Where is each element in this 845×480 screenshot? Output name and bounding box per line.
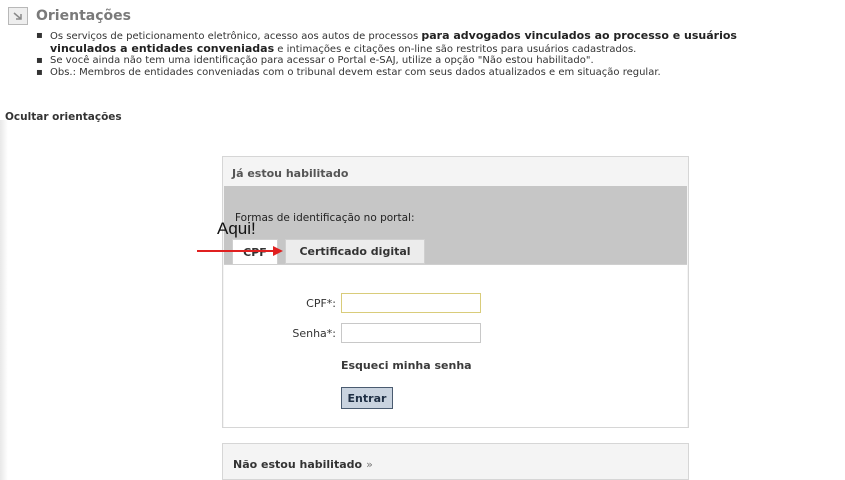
annotation-text: Aqui! bbox=[217, 219, 256, 238]
list-item: Os serviços de peticionamento eletrônico… bbox=[36, 30, 841, 55]
login-form-panel bbox=[224, 264, 687, 427]
item-emphasis: vinculados a entidades conveniadas bbox=[50, 41, 275, 55]
login-box-title: Já estou habilitado bbox=[232, 167, 349, 180]
orientacoes-header[interactable]: Orientações bbox=[8, 4, 131, 28]
scan-edge-shading bbox=[0, 120, 8, 480]
red-arrow-icon bbox=[197, 246, 283, 256]
password-input[interactable] bbox=[341, 323, 481, 343]
forgot-password-link[interactable]: Esqueci minha senha bbox=[341, 359, 472, 372]
orientacoes-title: Orientações bbox=[36, 8, 131, 24]
item-text: Os serviços de peticionamento eletrônico… bbox=[50, 31, 422, 42]
item-text: e intimações e citações on-line são rest… bbox=[274, 43, 637, 55]
not-enabled-link[interactable]: Não estou habilitado» bbox=[233, 458, 373, 471]
item-text: Se você ainda não tem uma identificação … bbox=[50, 55, 594, 66]
not-enabled-title: Não estou habilitado bbox=[233, 458, 363, 471]
item-emphasis: para advogados vinculados ao processo e … bbox=[421, 29, 737, 42]
cpf-label: CPF*: bbox=[306, 297, 336, 310]
item-text: Obs.: Membros de entidades conveniadas c… bbox=[50, 66, 661, 78]
chevron-right-icon: » bbox=[366, 458, 373, 471]
submit-button[interactable]: Entrar bbox=[341, 387, 393, 409]
tab-certificado-digital[interactable]: Certificado digital bbox=[285, 239, 425, 264]
orientacoes-list: Os serviços de peticionamento eletrônico… bbox=[36, 30, 841, 78]
cpf-input[interactable] bbox=[341, 293, 481, 313]
list-item: Obs.: Membros de entidades conveniadas c… bbox=[36, 67, 841, 79]
password-label: Senha*: bbox=[292, 327, 336, 340]
list-item: Se você ainda não tem uma identificação … bbox=[36, 55, 841, 67]
hide-orientacoes-link[interactable]: Ocultar orientações bbox=[5, 111, 122, 123]
login-page: Orientações Os serviços de peticionament… bbox=[0, 0, 845, 480]
arrow-icon bbox=[8, 7, 28, 25]
identification-label: Formas de identificação no portal: bbox=[235, 212, 415, 224]
